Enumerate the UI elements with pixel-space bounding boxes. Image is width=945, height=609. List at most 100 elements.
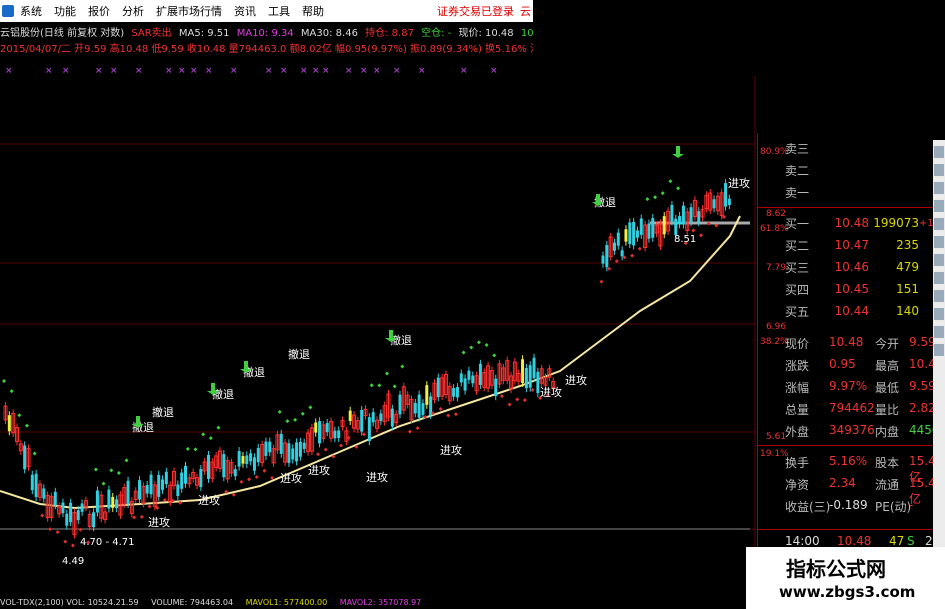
stat-value: 2.82: [909, 401, 936, 415]
stat-label: PE(动): [875, 500, 912, 514]
candle-body: [429, 396, 433, 416]
menu-item-function[interactable]: 功能: [48, 3, 82, 19]
sar-dot: [607, 266, 612, 271]
candle-body: [69, 502, 73, 523]
buy-signal-label: 进攻: [366, 470, 388, 484]
stat-value: 9.97%: [829, 379, 868, 393]
orderbook-row[interactable]: 买五 10.44 140: [757, 300, 945, 322]
toolbar-icon-5[interactable]: [934, 218, 944, 230]
watermark-title: 指标公式网: [786, 557, 886, 581]
sar-dot: [637, 246, 642, 251]
toolbar-icon-4[interactable]: [934, 200, 944, 212]
sar-dot: [101, 481, 106, 486]
candle-body: [632, 221, 636, 246]
x-mark: ×: [312, 66, 320, 76]
candle-body: [605, 245, 609, 268]
menu-item-tools[interactable]: 工具: [262, 3, 296, 19]
candle-body: [712, 199, 716, 209]
sar-dot: [308, 405, 313, 410]
orderbook-row[interactable]: 买四 10.45 151: [757, 278, 945, 300]
candle-body: [92, 512, 96, 528]
stat-row: 现价 10.48 今开 9.59: [757, 332, 945, 354]
candle-body: [628, 222, 632, 245]
toolbar-icon-7[interactable]: [934, 254, 944, 266]
trade-login-status[interactable]: 证券交易已登录: [437, 3, 520, 19]
orderbook-volume: 479: [896, 260, 919, 274]
candle-body: [30, 474, 34, 491]
candle-body: [34, 473, 38, 498]
stat-label: 现价: [785, 337, 810, 351]
candle-body: [107, 489, 111, 509]
menu-item-system[interactable]: 系统: [14, 3, 48, 19]
sar-dot: [461, 350, 466, 355]
sar-dot: [216, 425, 221, 430]
stat-value: 9.59: [909, 379, 936, 393]
orderbook-row[interactable]: 卖一: [757, 181, 945, 203]
candle-body: [126, 480, 130, 505]
sar-dot: [446, 413, 451, 418]
candle-body: [268, 441, 272, 453]
sar-dot: [400, 364, 405, 369]
toolbar-icon-10[interactable]: [934, 308, 944, 320]
sar-dot: [124, 458, 129, 463]
x-mark: ×: [300, 66, 308, 76]
orderbook-row[interactable]: 买三 10.46 479: [757, 256, 945, 278]
mid-price-label: 8.51: [674, 234, 696, 245]
x-mark: ×: [418, 66, 426, 76]
menu-item-news[interactable]: 资讯: [228, 3, 262, 19]
candle-body: [176, 484, 180, 497]
menu-item-analysis[interactable]: 分析: [116, 3, 150, 19]
right-quote-panel: 卖三卖二卖一买一 10.48 199073 +10 买二 10.47 235 买三 10.46 4…: [757, 133, 945, 567]
orderbook-row[interactable]: 卖二: [757, 159, 945, 181]
candle-body: [295, 442, 299, 462]
candle-body: [206, 454, 210, 479]
toolbar-icon-1[interactable]: [934, 146, 944, 158]
candle-body: [184, 465, 188, 484]
menu-item-help[interactable]: 帮助: [296, 3, 330, 19]
sar-dot: [507, 402, 512, 407]
menu-item-extended-market[interactable]: 扩展市场行情: [150, 3, 228, 19]
candlestick-chart[interactable]: 撤退撤退撤退撤退撤退撤退撤退进攻进攻进攻进攻进攻进攻进攻进攻进攻4.494.70…: [0, 76, 757, 596]
orderbook-row[interactable]: 买一 10.48 199073 +10: [757, 212, 945, 234]
toolbar-icon-2[interactable]: [934, 164, 944, 176]
stat-label: 最低: [875, 381, 900, 395]
toolbar-icon-6[interactable]: [934, 236, 944, 248]
sell-signal-label: 撤退: [152, 405, 174, 419]
candle-body: [436, 377, 440, 398]
orderbook-label: 买一: [785, 216, 810, 231]
candle-body: [421, 403, 425, 415]
orderbook-label: 卖二: [785, 163, 810, 178]
sar-dot: [453, 412, 458, 417]
x-mark: ×: [490, 66, 498, 76]
orderbook-row[interactable]: 卖三: [757, 137, 945, 159]
candle-body: [398, 394, 402, 415]
tick-count: 2: [925, 534, 933, 548]
orderbook-label: 买四: [785, 282, 810, 297]
candle-body: [681, 205, 685, 225]
orderbook-row[interactable]: 买二 10.47 235: [757, 234, 945, 256]
sar-dot: [407, 429, 412, 434]
ohlc-info-line: 2015/04/07/二 开9.59 高10.48 低9.59 收10.48 量…: [0, 40, 533, 55]
sar-dot: [147, 504, 152, 509]
right-toolbar[interactable]: [933, 140, 945, 550]
toolbar-icon-8[interactable]: [934, 272, 944, 284]
hold-value: 持仓: 8.87: [365, 28, 414, 39]
toolbar-icon-12[interactable]: [934, 344, 944, 356]
x-mark: ×: [393, 66, 401, 76]
sar-dot: [17, 413, 22, 418]
sar-dot: [247, 477, 252, 482]
sar-dot: [668, 179, 673, 184]
sar-dot: [530, 387, 535, 392]
candle-body: [53, 491, 57, 506]
buy-signal-label: 进攻: [565, 373, 587, 387]
toolbar-icon-11[interactable]: [934, 326, 944, 338]
candle-body: [302, 442, 306, 449]
low-price-label: 4.49: [62, 556, 84, 567]
sar-dot: [300, 411, 305, 416]
menu-item-quote[interactable]: 报价: [82, 3, 116, 19]
toolbar-icon-9[interactable]: [934, 290, 944, 302]
toolbar-icon-3[interactable]: [934, 182, 944, 194]
sar-dot: [70, 543, 75, 548]
x-mark: ×: [373, 66, 381, 76]
x-mark: ×: [280, 66, 288, 76]
